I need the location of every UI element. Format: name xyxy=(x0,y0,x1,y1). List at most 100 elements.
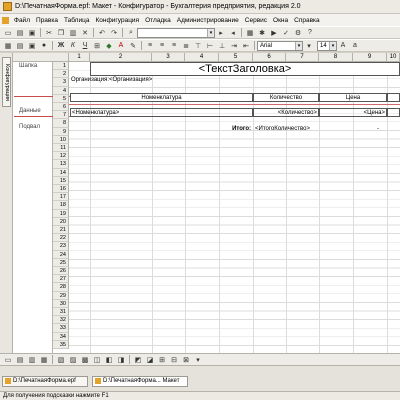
col-header[interactable]: 5 xyxy=(219,53,253,62)
table-icon[interactable]: ▤ xyxy=(15,41,25,51)
row-header[interactable]: 3 xyxy=(53,78,69,87)
row-header[interactable]: 10 xyxy=(53,135,69,144)
row-header[interactable]: 7 xyxy=(53,111,69,120)
paste-icon[interactable]: ▥ xyxy=(68,28,78,38)
window-tab-epf[interactable]: D:\ПечатнаяФорма.epf xyxy=(2,376,88,387)
row-header[interactable]: 27 xyxy=(53,275,69,284)
row-nomenclature-cell[interactable]: <Номенклатура> xyxy=(70,108,253,117)
total-label-cell[interactable]: Итого: xyxy=(208,125,253,133)
row-header[interactable]: 22 xyxy=(53,234,69,243)
align-justify-icon[interactable]: ≣ xyxy=(181,41,191,51)
search-combo[interactable]: ▾ xyxy=(137,27,215,38)
font-larger-icon[interactable]: A xyxy=(338,41,348,51)
toolbar-icon[interactable]: ◧ xyxy=(104,355,114,365)
row-header[interactable]: 26 xyxy=(53,267,69,276)
dropdown-icon[interactable]: ● xyxy=(39,41,49,51)
row-header[interactable]: 20 xyxy=(53,217,69,226)
valign-bottom-icon[interactable]: ⊥ xyxy=(217,41,227,51)
col-extra-header[interactable] xyxy=(387,93,400,102)
align-right-icon[interactable]: ≡ xyxy=(169,41,179,51)
toolbar-icon[interactable]: ◫ xyxy=(92,355,102,365)
chevron-down-icon[interactable]: ▾ xyxy=(207,28,214,37)
row-header[interactable]: 8 xyxy=(53,119,69,128)
menu-help[interactable]: Справка xyxy=(291,17,323,24)
font-select[interactable]: Arial ▾ xyxy=(257,40,303,51)
org-value-cell[interactable]: <Организация> xyxy=(109,76,152,84)
toolbar-icon[interactable]: ▤ xyxy=(15,355,25,365)
row-header[interactable]: 17 xyxy=(53,193,69,202)
org-label-cell[interactable]: Организация: xyxy=(71,76,109,84)
row-quantity-cell[interactable]: <Количество> xyxy=(253,108,319,117)
run-icon[interactable]: ▶ xyxy=(269,28,279,38)
tools-icon[interactable]: ⚙ xyxy=(293,28,303,38)
italic-icon[interactable]: К xyxy=(68,41,78,51)
group-label-data[interactable]: Данные xyxy=(19,108,41,114)
toolbar-icon[interactable]: ▨ xyxy=(68,355,78,365)
toolbar-icon[interactable]: ▦ xyxy=(39,355,49,365)
find-icon[interactable]: ⌕ xyxy=(126,28,136,38)
toolbar-icon[interactable]: ▭ xyxy=(3,355,13,365)
cut-icon[interactable]: ✂ xyxy=(44,28,54,38)
chevron-down-icon[interactable]: ▾ xyxy=(295,41,302,50)
menu-windows[interactable]: Окна xyxy=(270,17,291,24)
undo-icon[interactable]: ↶ xyxy=(97,28,107,38)
group-label-footer[interactable]: Подвал xyxy=(19,124,40,130)
group-label-header[interactable]: Шапка xyxy=(19,63,37,69)
valign-middle-icon[interactable]: ⊢ xyxy=(205,41,215,51)
col-price-header[interactable]: Цена xyxy=(319,93,387,102)
row-header[interactable]: 32 xyxy=(53,316,69,325)
row-header[interactable]: 18 xyxy=(53,201,69,210)
toolbar-icon[interactable]: ◨ xyxy=(116,355,126,365)
col-header[interactable]: 10 xyxy=(387,53,400,62)
title-cell[interactable]: <ТекстЗаголовка> xyxy=(90,62,400,76)
menu-table[interactable]: Таблица xyxy=(61,17,93,24)
pencil-icon[interactable]: ✎ xyxy=(128,41,138,51)
row-header[interactable]: 35 xyxy=(53,340,69,349)
toolbar-icon[interactable]: ▩ xyxy=(80,355,90,365)
col-header[interactable]: 3 xyxy=(152,53,185,62)
cell-grid[interactable] xyxy=(69,62,400,353)
toolbar-icon[interactable]: ▧ xyxy=(56,355,66,365)
row-header[interactable]: 13 xyxy=(53,160,69,169)
col-header[interactable]: 4 xyxy=(185,53,219,62)
total-dash-cell[interactable]: - xyxy=(377,125,379,133)
open-icon[interactable]: ▤ xyxy=(15,28,25,38)
indent-icon[interactable]: ⇥ xyxy=(229,41,239,51)
borders-icon[interactable]: ⊞ xyxy=(92,41,102,51)
outdent-icon[interactable]: ⇤ xyxy=(241,41,251,51)
col-header[interactable]: 7 xyxy=(286,53,319,62)
search-next-icon[interactable]: ▸ xyxy=(216,28,226,38)
menu-debug[interactable]: Отладка xyxy=(142,17,174,24)
row-header[interactable]: 5 xyxy=(53,94,69,103)
row-header[interactable]: 9 xyxy=(53,127,69,136)
row-header[interactable]: 11 xyxy=(53,144,69,153)
toolbar-icon[interactable]: ⊠ xyxy=(181,355,191,365)
valign-top-icon[interactable]: ⊤ xyxy=(193,41,203,51)
chevron-down-icon[interactable]: ▾ xyxy=(329,41,336,50)
row-header[interactable]: 21 xyxy=(53,226,69,235)
row-header[interactable]: 23 xyxy=(53,242,69,251)
syntax-check-icon[interactable]: ✓ xyxy=(281,28,291,38)
row-header[interactable]: 2 xyxy=(53,70,69,79)
fill-color-icon[interactable]: ◆ xyxy=(104,41,114,51)
toolbar-icon[interactable]: ◪ xyxy=(145,355,155,365)
search-prev-icon[interactable]: ◂ xyxy=(228,28,238,38)
row-price-cell[interactable]: <Цена> xyxy=(319,108,387,117)
row-header[interactable]: 4 xyxy=(53,86,69,95)
align-center-icon[interactable]: ≡ xyxy=(157,41,167,51)
row-header[interactable]: 34 xyxy=(53,332,69,341)
delete-icon[interactable]: ✕ xyxy=(80,28,90,38)
save-icon[interactable]: ▣ xyxy=(27,28,37,38)
underline-icon[interactable]: Ч xyxy=(80,41,90,51)
col-header[interactable]: 2 xyxy=(90,53,152,62)
col-header[interactable]: 1 xyxy=(69,53,90,62)
spreadsheet[interactable]: 1 2 3 4 5 6 7 8 9 10 Шапка Данные Подвал… xyxy=(13,53,400,353)
row-header[interactable]: 30 xyxy=(53,299,69,308)
row-header[interactable]: 33 xyxy=(53,324,69,333)
toolbar-icon[interactable]: ◩ xyxy=(133,355,143,365)
total-value-cell[interactable]: <ИтогоКоличество> xyxy=(255,125,310,133)
menu-edit[interactable]: Правка xyxy=(33,17,61,24)
config-side-tab[interactable]: Конфигурация xyxy=(2,57,11,107)
new-doc-icon[interactable]: ▭ xyxy=(3,28,13,38)
row-header[interactable]: 6 xyxy=(53,103,69,112)
